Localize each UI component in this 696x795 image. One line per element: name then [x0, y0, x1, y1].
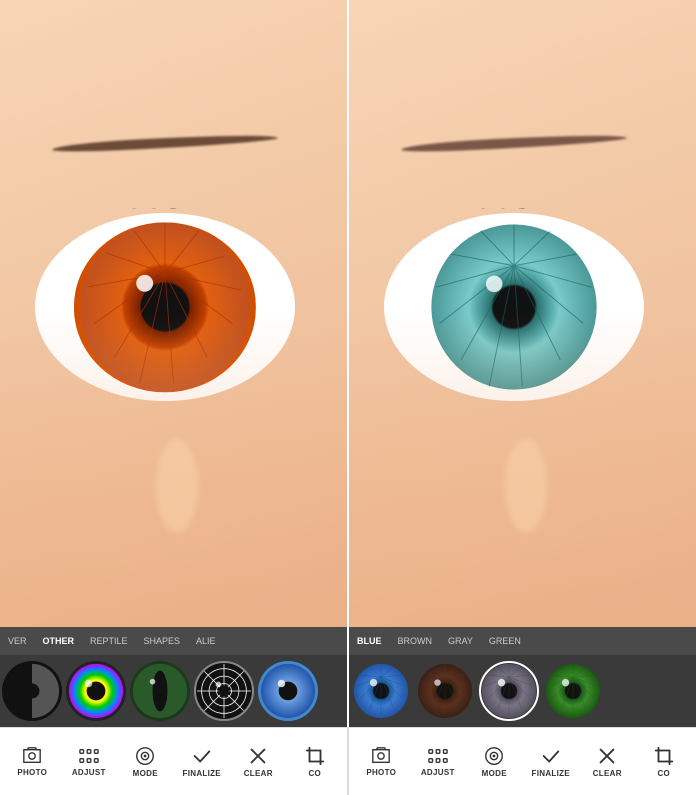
adjust-label: ADJUST — [72, 768, 106, 777]
left-finalize-tool[interactable]: FINALIZE — [182, 745, 222, 778]
right-mode-label: MODE — [482, 769, 507, 778]
left-lens-2[interactable] — [130, 661, 190, 721]
right-lens-1[interactable] — [415, 661, 475, 721]
right-cat-gray[interactable]: GRAY — [440, 636, 481, 646]
left-adjust-tool[interactable]: ADJUST — [69, 746, 109, 777]
left-cat-reptile[interactable]: REPTILE — [82, 636, 136, 646]
left-cat-other[interactable]: OTHER — [35, 636, 83, 646]
left-eyebrow — [52, 132, 278, 154]
right-lens-0[interactable] — [351, 661, 411, 721]
left-eyelashes-top — [28, 201, 299, 209]
left-mode-tool[interactable]: MODE — [125, 745, 165, 778]
left-photo-tool[interactable]: PHOTO — [12, 746, 52, 777]
left-toolbar: PHOTO ADJUST MODE FI — [0, 728, 347, 795]
left-face-bg — [0, 0, 347, 627]
right-cat-blue[interactable]: BLUE — [349, 636, 390, 646]
left-lens-3[interactable] — [194, 661, 254, 721]
right-lens-strip — [349, 655, 696, 727]
right-lens-3[interactable] — [543, 661, 603, 721]
right-crop-icon — [653, 745, 675, 767]
right-panel: BLUE BROWN GRAY GREEN — [349, 0, 696, 727]
main-area: VER OTHER REPTILE SHAPES ALIE — [0, 0, 696, 727]
photo-label: PHOTO — [17, 768, 47, 777]
right-face-bg — [349, 0, 696, 627]
right-lens-2[interactable] — [479, 661, 539, 721]
right-clear-icon — [596, 745, 618, 767]
left-category-strip: VER OTHER REPTILE SHAPES ALIE — [0, 627, 347, 655]
mode-icon — [134, 745, 156, 767]
right-cat-green[interactable]: GREEN — [481, 636, 529, 646]
right-mode-icon — [483, 745, 505, 767]
left-clear-icon — [247, 745, 269, 767]
left-clear-tool[interactable]: CLEAR — [238, 745, 278, 778]
right-face-image — [349, 0, 696, 627]
right-clear-label: CLEAR — [593, 769, 622, 778]
finalize-icon — [191, 745, 213, 767]
right-photo-icon — [370, 746, 392, 766]
left-cat-ver[interactable]: VER — [0, 636, 35, 646]
mode-label: MODE — [133, 769, 158, 778]
right-photo-tool[interactable]: PHOTO — [361, 746, 401, 777]
finalize-label: FINALIZE — [183, 769, 221, 778]
left-cat-shapes[interactable]: SHAPES — [136, 636, 189, 646]
left-lens-1[interactable] — [66, 661, 126, 721]
left-lens-strip — [0, 655, 347, 727]
right-crop-tool[interactable]: CO — [644, 745, 684, 778]
left-panel: VER OTHER REPTILE SHAPES ALIE — [0, 0, 347, 727]
adjust-icon — [78, 746, 100, 766]
right-eyebrow — [401, 132, 627, 154]
right-category-strip: BLUE BROWN GRAY GREEN — [349, 627, 696, 655]
left-crop-label: CO — [308, 769, 321, 778]
right-mode-tool[interactable]: MODE — [474, 745, 514, 778]
left-crop-icon — [304, 745, 326, 767]
right-clear-tool[interactable]: CLEAR — [587, 745, 627, 778]
right-adjust-icon — [427, 746, 449, 766]
right-finalize-tool[interactable]: FINALIZE — [531, 745, 571, 778]
right-finalize-icon — [540, 745, 562, 767]
photo-icon — [21, 746, 43, 766]
left-cat-alien[interactable]: ALIE — [188, 636, 224, 646]
right-photo-label: PHOTO — [366, 768, 396, 777]
toolbar: PHOTO ADJUST MODE FI — [0, 727, 696, 795]
left-lens-4[interactable] — [258, 661, 318, 721]
right-cat-brown[interactable]: BROWN — [390, 636, 441, 646]
right-toolbar: PHOTO ADJUST MODE FI — [349, 728, 696, 795]
right-adjust-label: ADJUST — [421, 768, 455, 777]
left-face-image — [0, 0, 347, 627]
right-adjust-tool[interactable]: ADJUST — [418, 746, 458, 777]
right-eyelashes-top — [377, 201, 648, 209]
left-crop-tool[interactable]: CO — [295, 745, 335, 778]
left-clear-label: CLEAR — [244, 769, 273, 778]
left-lens-0[interactable] — [2, 661, 62, 721]
left-nose-highlight — [156, 439, 198, 533]
right-crop-label: CO — [657, 769, 670, 778]
right-nose-highlight — [505, 439, 547, 533]
right-finalize-label: FINALIZE — [532, 769, 570, 778]
